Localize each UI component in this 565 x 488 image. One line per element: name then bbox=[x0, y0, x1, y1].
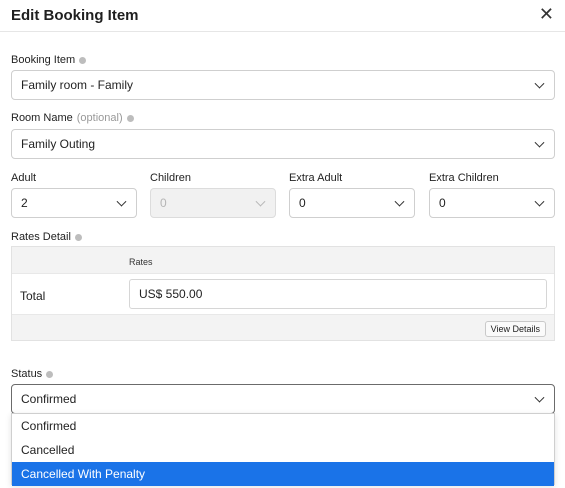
rates-row-label: Total bbox=[20, 289, 46, 303]
info-icon bbox=[126, 114, 134, 122]
booking-item-select[interactable]: Family room - Family bbox=[11, 70, 555, 100]
rates-row: Total US$ 550.00 bbox=[12, 273, 554, 315]
chevron-down-icon bbox=[116, 196, 127, 207]
extra-children-label: Extra Children bbox=[429, 172, 499, 184]
chevron-down-icon bbox=[394, 196, 405, 207]
extra-adult-label: Extra Adult bbox=[289, 172, 343, 184]
chevron-down-icon bbox=[255, 196, 266, 207]
view-details-button[interactable]: View Details bbox=[484, 321, 546, 337]
info-icon bbox=[46, 370, 54, 378]
modal-header: Edit Booking Item ✕ bbox=[0, 0, 565, 32]
extra-adult-select[interactable]: 0 bbox=[289, 188, 415, 218]
rates-column-header: Rates bbox=[129, 257, 153, 267]
chevron-down-icon bbox=[534, 392, 545, 403]
adult-label: Adult bbox=[11, 172, 37, 184]
info-icon bbox=[79, 56, 87, 64]
children-select: 0 bbox=[150, 188, 276, 218]
status-option-cancelled-with-penalty[interactable]: Cancelled With Penalty bbox=[12, 462, 554, 486]
rate-total-input[interactable]: US$ 550.00 bbox=[129, 279, 547, 309]
chevron-down-icon bbox=[534, 196, 545, 207]
chevron-down-icon bbox=[534, 137, 545, 148]
status-dropdown: Confirmed Cancelled Cancelled With Penal… bbox=[11, 413, 555, 486]
status-option-confirmed[interactable]: Confirmed bbox=[12, 414, 554, 438]
info-icon bbox=[74, 233, 82, 241]
status-option-cancelled[interactable]: Cancelled bbox=[12, 438, 554, 462]
room-name-select[interactable]: Family Outing bbox=[11, 129, 555, 159]
modal-title: Edit Booking Item bbox=[11, 7, 139, 24]
extra-children-select[interactable]: 0 bbox=[429, 188, 555, 218]
chevron-down-icon bbox=[534, 78, 545, 89]
adult-select[interactable]: 2 bbox=[11, 188, 137, 218]
room-name-label: Room Name (optional) bbox=[11, 112, 134, 124]
children-label: Children bbox=[150, 172, 191, 184]
status-label: Status bbox=[11, 368, 54, 380]
booking-item-label: Booking Item bbox=[11, 54, 87, 66]
rates-panel: Rates Total US$ 550.00 View Details bbox=[11, 246, 555, 341]
close-icon[interactable]: ✕ bbox=[539, 4, 554, 24]
rates-detail-label: Rates Detail bbox=[11, 231, 82, 243]
status-select[interactable]: Confirmed bbox=[11, 384, 555, 414]
